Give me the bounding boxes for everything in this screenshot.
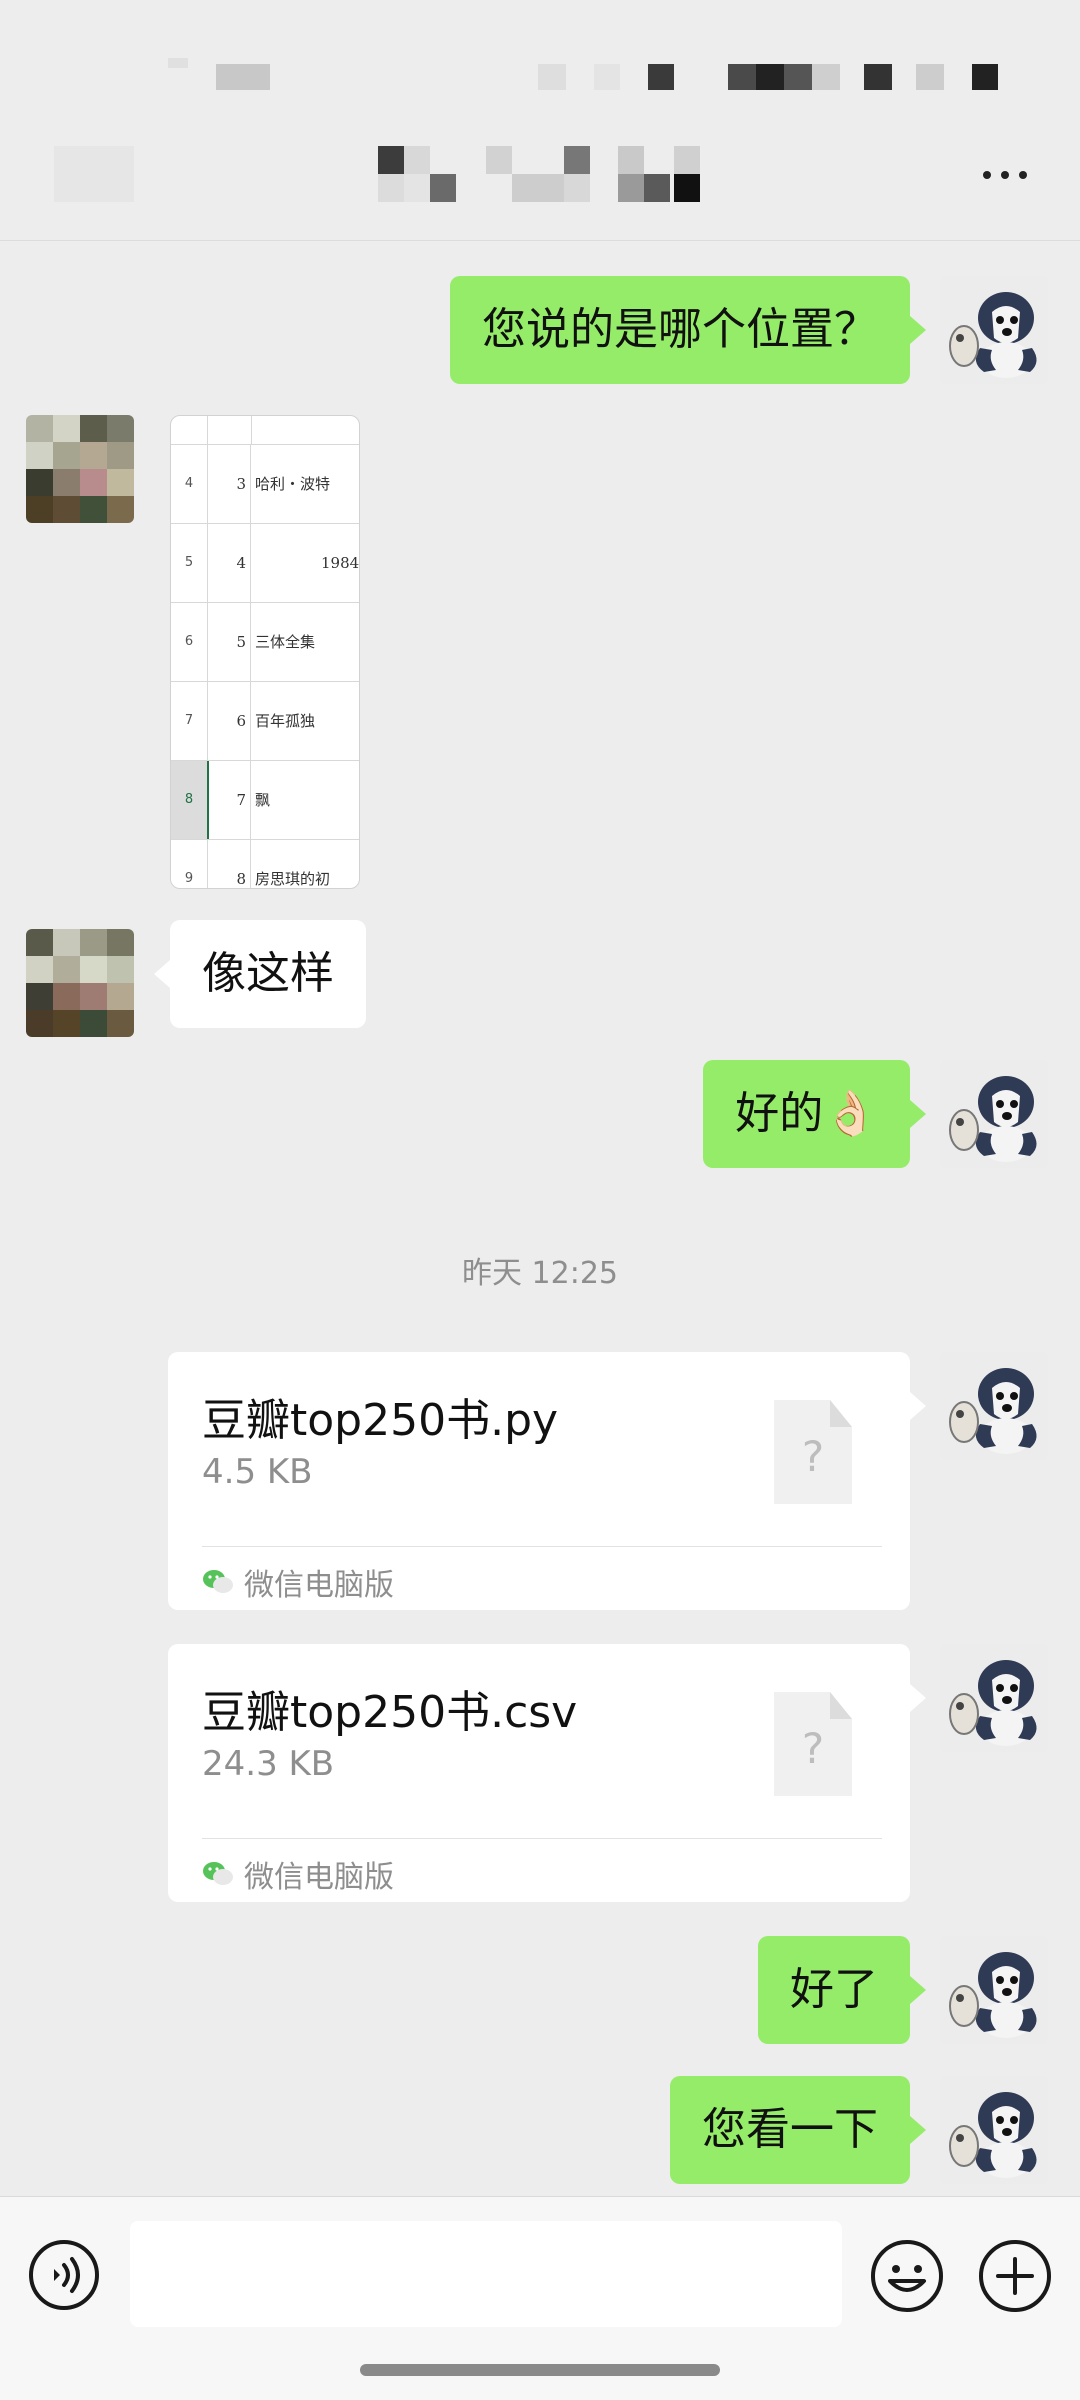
file-message-card[interactable]: 豆瓣top250书.py 4.5 KB ? 微信电脑版 — [168, 1352, 926, 1610]
contact-avatar[interactable] — [26, 929, 134, 1037]
status-icons-obscured — [538, 64, 566, 90]
spreadsheet-row: 9 8 房思琪的初 — [171, 840, 359, 888]
battery-icon — [916, 64, 944, 90]
my-avatar[interactable] — [940, 276, 1048, 384]
message-bubble-sent[interactable]: 您说的是哪个位置？ — [450, 276, 926, 384]
chat-header — [0, 130, 1080, 241]
status-icons-obscured — [728, 64, 756, 90]
message-bubble-received[interactable]: 像这样 — [154, 920, 366, 1028]
file-source: 微信电脑版 — [202, 1848, 394, 1900]
chat-screen: 您说的是哪个位置？ 4 3 哈利・波特 5 4 1984 65 三体全集 7 6… — [0, 0, 1080, 2400]
file-corner — [830, 1692, 852, 1719]
back-button-obscured[interactable] — [54, 146, 134, 202]
contact-avatar[interactable] — [26, 415, 134, 523]
status-bar — [0, 0, 1080, 130]
plus-icon[interactable] — [978, 2239, 1052, 2313]
file-source: 微信电脑版 — [202, 1556, 394, 1608]
status-icons-obscured — [594, 64, 620, 90]
spreadsheet-row-selected: 87飘 — [171, 761, 359, 840]
message-input[interactable] — [130, 2221, 842, 2327]
my-avatar[interactable] — [940, 1644, 1048, 1752]
battery-icon — [864, 64, 892, 90]
battery-icon — [972, 64, 998, 90]
spreadsheet-row: 6 5 三体全集 — [171, 603, 359, 682]
divider — [202, 1546, 882, 1547]
dog-avatar-icon — [940, 2076, 1048, 2184]
spreadsheet-row: 7 6 百年孤独 — [171, 682, 359, 761]
my-avatar[interactable] — [940, 1060, 1048, 1168]
message-bubble-sent[interactable]: 好的👌🏻 — [703, 1060, 926, 1168]
home-indicator[interactable] — [360, 2364, 720, 2376]
more-dots-icon[interactable] — [970, 150, 1040, 200]
dog-avatar-icon — [940, 1352, 1048, 1460]
my-avatar[interactable] — [940, 1936, 1048, 2044]
image-message[interactable]: 4 3 哈利・波特 5 4 1984 6 5 三体全集 7 6 百年孤独 87飘 9 8 房思琪的初 — [170, 415, 360, 889]
file-name: 豆瓣top250书.py — [202, 1395, 559, 1446]
wechat-icon — [203, 1862, 233, 1885]
status-icons-obscured — [756, 64, 784, 90]
spreadsheet-row: 5 4 1984 — [171, 524, 359, 603]
status-icons-obscured — [648, 64, 674, 90]
file-name: 豆瓣top250书.csv — [202, 1687, 578, 1738]
dog-avatar-icon — [940, 1644, 1048, 1752]
file-size: 4.5 KB — [202, 1452, 313, 1492]
my-avatar[interactable] — [940, 1352, 1048, 1460]
dog-avatar-icon — [940, 1060, 1048, 1168]
message-timestamp: 昨天 12:25 — [462, 1256, 618, 1291]
dog-avatar-icon — [940, 276, 1048, 384]
message-bubble-sent[interactable]: 您看一下 — [670, 2076, 926, 2184]
status-time-obscured — [216, 64, 270, 90]
file-size: 24.3 KB — [202, 1744, 335, 1784]
file-corner — [830, 1400, 852, 1427]
dog-avatar-icon — [940, 1936, 1048, 2044]
status-icons-obscured — [784, 64, 812, 90]
emoji-icon[interactable] — [870, 2239, 944, 2313]
message-bubble-sent[interactable]: 好了 — [758, 1936, 926, 2044]
status-time-obscured — [168, 58, 188, 68]
wechat-icon — [203, 1570, 233, 1593]
chat-title-obscured — [378, 146, 704, 202]
voice-icon[interactable] — [28, 2239, 100, 2311]
status-icons-obscured — [812, 64, 840, 90]
my-avatar[interactable] — [940, 2076, 1048, 2184]
spreadsheet-row: 4 3 哈利・波特 — [171, 445, 359, 524]
divider — [202, 1838, 882, 1839]
file-message-card[interactable]: 豆瓣top250书.csv 24.3 KB ? 微信电脑版 — [168, 1644, 926, 1902]
